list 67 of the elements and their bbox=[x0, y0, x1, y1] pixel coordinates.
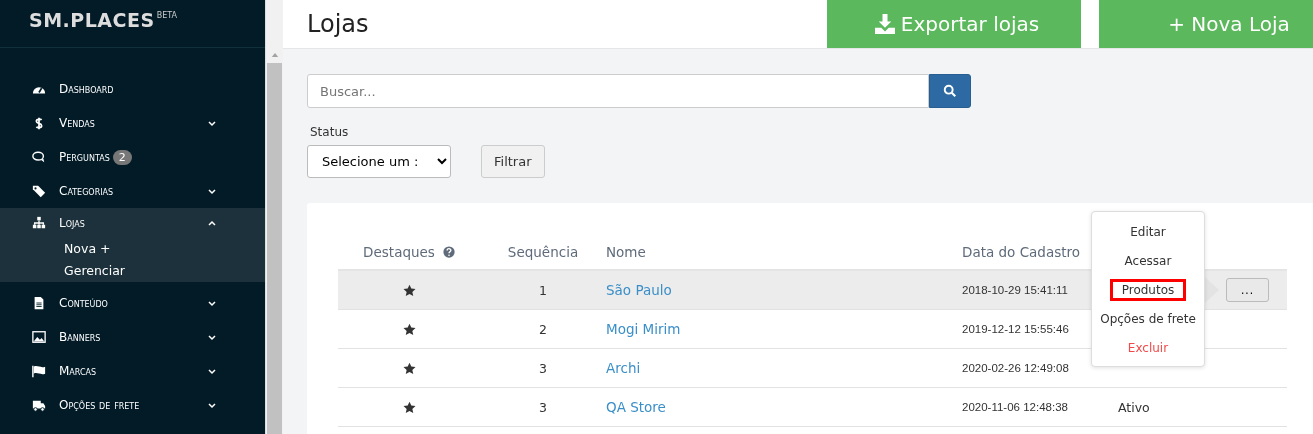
status-label: Status bbox=[310, 125, 350, 139]
column-header: Destaques bbox=[363, 244, 435, 260]
table-cell: 3 bbox=[539, 399, 547, 415]
nav-label: Lojas bbox=[59, 216, 85, 230]
sidebar-item[interactable]: Perguntas 2 bbox=[0, 140, 265, 174]
document-icon bbox=[32, 296, 46, 310]
filter-button[interactable]: Filtrar bbox=[481, 145, 545, 178]
download-icon bbox=[874, 14, 895, 34]
chat-icon bbox=[32, 150, 46, 164]
star-icon[interactable] bbox=[402, 322, 416, 336]
table-cell: 2019-12-12 15:55:46 bbox=[962, 323, 1069, 335]
search-field[interactable]: Buscar... bbox=[307, 74, 929, 108]
star-icon[interactable] bbox=[402, 283, 416, 297]
truck-icon bbox=[32, 398, 46, 412]
table-cell: 2020-11-06 12:48:38 bbox=[962, 401, 1068, 413]
store-link[interactable]: Mogi Mirim bbox=[606, 321, 681, 337]
sidebar-item[interactable]: Vendas bbox=[0, 106, 265, 140]
menu-item[interactable]: Acessar bbox=[1115, 249, 1181, 272]
tag-icon bbox=[32, 184, 46, 198]
sidebar-item[interactable]: Banners bbox=[0, 320, 265, 354]
page-title: Lojas bbox=[307, 10, 370, 38]
sidebar-item[interactable]: Lojas bbox=[0, 208, 265, 238]
sidebar-item[interactable]: Categorias bbox=[0, 174, 265, 208]
image-icon bbox=[32, 330, 46, 344]
table-cell: Ativo bbox=[1118, 399, 1150, 415]
actions-button[interactable]: ... bbox=[1226, 278, 1269, 302]
search-button[interactable] bbox=[929, 74, 971, 108]
flag-icon bbox=[32, 364, 46, 378]
column-header: Nome bbox=[606, 243, 647, 262]
scroll-thumb[interactable] bbox=[267, 63, 282, 434]
submenu-item[interactable]: Nova + bbox=[0, 238, 265, 260]
nav-label: Dashboard bbox=[59, 82, 114, 96]
menu-item[interactable]: Editar bbox=[1121, 220, 1175, 243]
menu-item[interactable]: Produtos bbox=[1109, 278, 1187, 301]
table-cell: 2018-10-29 15:41:11 bbox=[962, 284, 1068, 296]
sidebar-item[interactable]: Opções de frete bbox=[0, 388, 265, 422]
nav-label: Perguntas bbox=[59, 150, 110, 164]
nav-label: Categorias bbox=[59, 184, 114, 198]
nav-label: Vendas bbox=[59, 116, 95, 130]
table-cell: 2020-02-26 12:49:08 bbox=[962, 362, 1069, 374]
menu-item[interactable]: Opções de frete bbox=[1091, 307, 1205, 330]
table-cell: 3 bbox=[539, 360, 547, 376]
submenu-item[interactable]: Gerenciar bbox=[0, 260, 265, 282]
search-icon bbox=[943, 84, 957, 98]
sidebar-item[interactable]: Marcas bbox=[0, 354, 265, 388]
column-header: Data do Cadastro bbox=[962, 243, 1082, 262]
nav-label: Marcas bbox=[59, 364, 97, 378]
logo[interactable]: SM.PLACES bbox=[29, 9, 155, 31]
status-select[interactable]: Selecione um : bbox=[307, 145, 451, 178]
sidebar-item[interactable]: Conteúdo bbox=[0, 286, 265, 320]
table-row[interactable]: 3 QA Store 2020-11-06 12:48:38 Ativo bbox=[338, 388, 1287, 427]
store-link[interactable]: Archi bbox=[606, 360, 641, 376]
help-icon[interactable] bbox=[442, 246, 455, 258]
sidebar-item[interactable]: Dashboard bbox=[0, 72, 265, 106]
scrollbar[interactable] bbox=[265, 0, 283, 434]
nav-label: Opções de frete bbox=[59, 398, 140, 412]
table-cell: 1 bbox=[539, 282, 547, 298]
column-header: Sequência bbox=[506, 243, 580, 262]
sitemap-icon bbox=[32, 216, 46, 230]
store-link[interactable]: QA Store bbox=[606, 399, 666, 415]
nav-label: Conteúdo bbox=[59, 296, 108, 310]
beta-tag: BETA bbox=[156, 11, 177, 20]
count-badge: 2 bbox=[112, 149, 132, 165]
star-icon[interactable] bbox=[402, 400, 416, 414]
table-cell: 2 bbox=[539, 321, 547, 337]
nav-label: Banners bbox=[59, 330, 101, 344]
star-icon[interactable] bbox=[402, 361, 416, 375]
